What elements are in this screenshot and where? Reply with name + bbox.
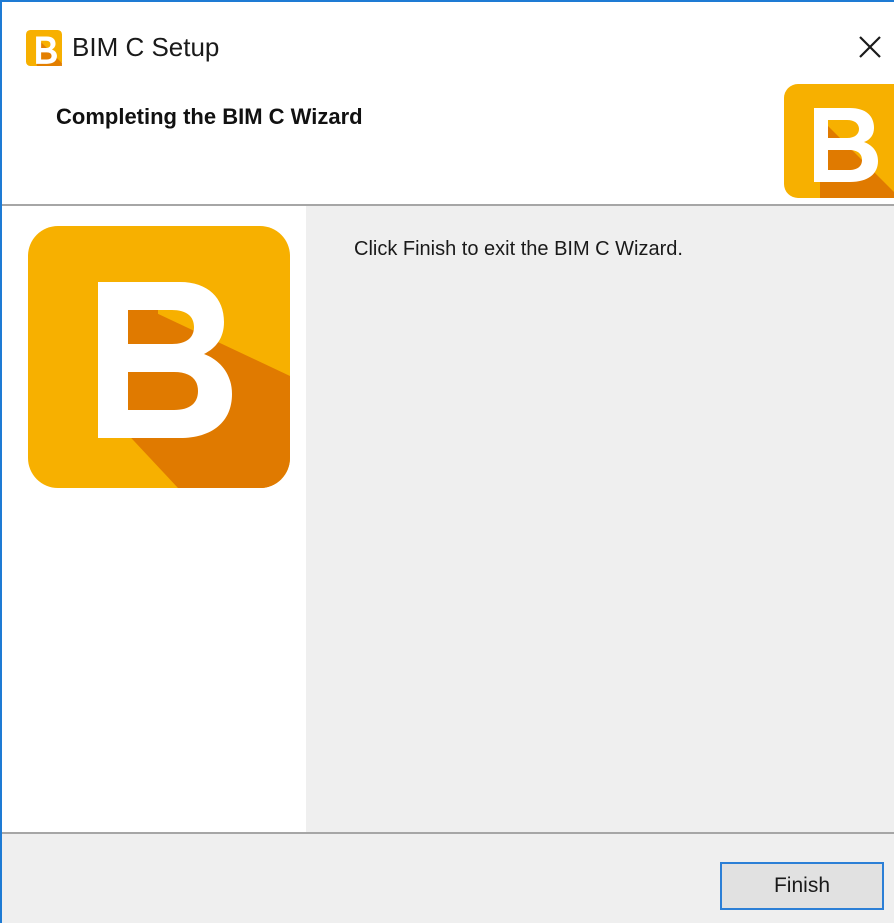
wizard-header: Completing the BIM C Wizard <box>2 82 894 204</box>
button-bar: Finish <box>2 834 894 923</box>
page-title: Completing the BIM C Wizard <box>56 104 363 129</box>
bim-c-logo-icon <box>28 226 290 488</box>
bim-c-logo-icon <box>784 84 894 198</box>
setup-window: BIM C Setup Completing the BIM C Wizard <box>0 0 894 923</box>
bim-c-app-icon <box>26 30 62 66</box>
window-title: BIM C Setup <box>72 32 220 62</box>
title-bar[interactable]: BIM C Setup <box>2 2 894 82</box>
finish-message: Click Finish to exit the BIM C Wizard. <box>354 238 683 260</box>
side-panel <box>2 206 306 832</box>
content-panel: Click Finish to exit the BIM C Wizard. <box>306 206 894 832</box>
finish-button[interactable]: Finish <box>720 862 884 910</box>
close-icon[interactable] <box>842 22 894 72</box>
